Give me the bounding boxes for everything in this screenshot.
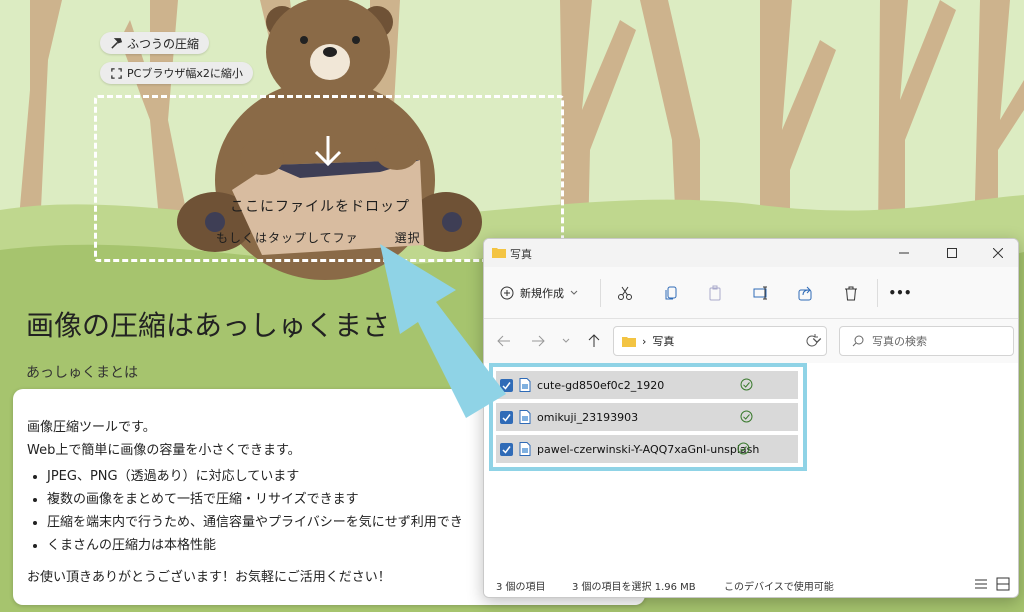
chevron-down-icon [570,290,578,295]
file-row[interactable]: omikuji_23193903 [496,403,798,431]
image-file-icon [519,442,531,456]
resize-icon [111,67,122,79]
status-bar: 3 個の項目 3 個の項目を選択 1.96 MB このデバイスで使用可能 [484,571,1018,597]
file-explorer-window: 写真 新規作成 ••• › 写真 写真の検索 cute-gd850ef0c2_1… [483,238,1019,598]
checkbox[interactable] [500,410,513,424]
refresh-icon [806,334,818,347]
file-row[interactable]: pawel-czerwinski-Y-AQQ7xaGnI-unsplash [496,435,798,463]
intro-line-1: 画像圧縮ツールです。 [27,420,156,435]
file-list: cute-gd850ef0c2_1920 omikuji_23193903 pa… [484,363,1018,573]
close-button[interactable] [978,239,1018,267]
up-button[interactable] [584,331,604,351]
maximize-icon [947,248,957,258]
intro-line-2: Web上で簡単に画像の容量を小さくできます。 [27,443,301,458]
breadcrumb-separator: › [642,334,647,348]
drop-subtitle-tail: 選択 [394,231,421,245]
check-icon [502,445,511,454]
resize-chip[interactable]: PCブラウザ幅x2に縮小 [100,62,253,84]
drop-title: ここにファイルをドロップ [230,199,410,215]
section-heading: あっしゅくまとは [26,365,138,381]
image-file-icon [519,410,531,424]
breadcrumb-folder[interactable]: 写真 [652,333,674,349]
image-file-icon [519,378,531,392]
minimize-button[interactable] [884,239,924,267]
copy-icon [665,286,677,300]
checkbox[interactable] [500,378,513,392]
rename-icon [753,286,767,300]
mode-chip[interactable]: ふつうの圧縮 [100,32,210,54]
item-count: 3 個の項目 [496,582,546,593]
window-title: 写真 [510,248,532,261]
plus-circle-icon [500,286,514,300]
arrow-left-icon [497,335,510,347]
minimize-icon [899,252,909,254]
more-button[interactable]: ••• [887,281,913,305]
search-placeholder: 写真の検索 [872,335,927,348]
details-view-icon[interactable] [974,577,988,591]
scissors-icon [618,286,632,300]
file-name: omikuji_23193903 [537,410,639,424]
maximize-button[interactable] [932,239,972,267]
rename-button[interactable] [748,281,774,305]
paste-icon [709,285,721,301]
chevron-down-icon [562,338,570,343]
page-title: 画像の圧縮はあっしゅくまさ [26,309,391,342]
delete-button[interactable] [838,281,864,305]
recent-dropdown[interactable] [556,331,576,351]
file-row[interactable]: cute-gd850ef0c2_1920 [496,371,798,399]
search-icon [852,335,864,347]
share-icon [798,286,812,301]
feature-item: 圧縮を端末内で行うため、通信容量やプライバシーを気にせず利用でき [47,513,463,536]
check-icon [502,413,511,422]
new-button-label: 新規作成 [520,287,564,300]
paste-button[interactable] [702,281,728,305]
share-button[interactable] [792,281,818,305]
folder-icon [622,336,636,347]
feature-item: JPEG、PNG（透過あり）に対応しています [47,467,463,490]
command-bar: 新規作成 ••• [484,267,1018,319]
synced-check-icon [737,442,750,455]
feature-item: くまさんの圧縮力は本格性能 [47,536,463,559]
search-input[interactable]: 写真の検索 [839,326,1014,356]
refresh-button[interactable] [802,331,822,351]
new-button[interactable]: 新規作成 [500,281,578,305]
file-name: cute-gd850ef0c2_1920 [537,378,665,392]
address-row: › 写真 写真の検索 [484,319,1018,363]
mode-chip-label: ふつうの圧縮 [127,36,200,51]
back-button[interactable] [494,331,514,351]
close-icon [993,248,1003,258]
feature-list: JPEG、PNG（透過あり）に対応しています 複数の画像をまとめて一括で圧縮・リ… [47,467,463,559]
availability-status: このデバイスで使用可能 [724,582,834,593]
copy-button[interactable] [658,281,684,305]
drop-subtitle-head: もしくはタップしてファ [216,231,359,245]
checkbox[interactable] [500,442,513,456]
check-icon [502,381,511,390]
arrow-up-icon [588,334,600,347]
tiles-view-icon[interactable] [996,577,1010,591]
arrow-right-icon [532,335,545,347]
folder-icon [492,248,506,258]
feature-item: 複数の画像をまとめて一括で圧縮・リサイズできます [47,490,463,513]
selection-info: 3 個の項目を選択 1.96 MB [572,582,696,593]
drop-subtitle: もしくはタップしてファ 選択 [216,229,476,246]
thanks-text: お使い頂きありがとうございます！お気軽にご活用ください！ [27,570,391,585]
title-bar[interactable]: 写真 [484,239,1018,267]
file-name: pawel-czerwinski-Y-AQQ7xaGnI-unsplash [537,442,760,456]
download-arrow-icon [314,136,342,167]
address-bar[interactable]: › 写真 [613,326,827,356]
synced-check-icon [740,378,753,391]
cut-button[interactable] [612,281,638,305]
trash-icon [845,286,857,301]
resize-chip-label: PCブラウザ幅x2に縮小 [127,67,243,80]
forward-button[interactable] [528,331,548,351]
hammer-icon [111,37,123,49]
synced-check-icon [740,410,753,423]
